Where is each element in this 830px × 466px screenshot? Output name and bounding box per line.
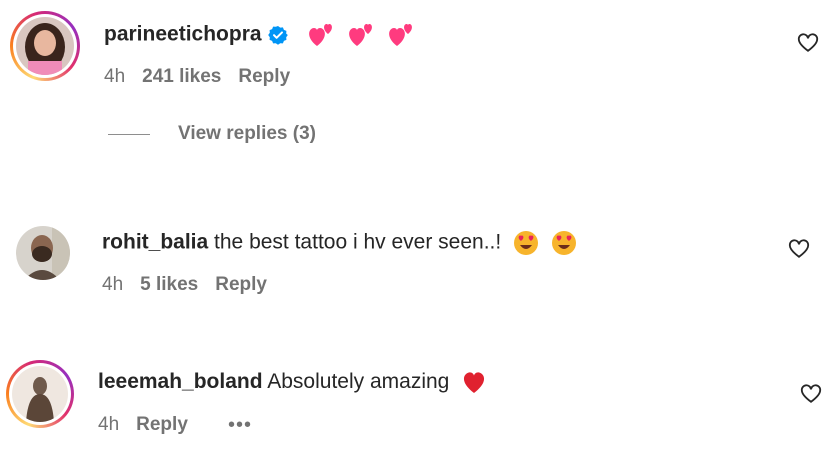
reply-button[interactable]: Reply: [238, 66, 290, 87]
two-hearts-emoji-icon: [389, 24, 413, 46]
comment-rohit-balia: rohit_balia the best tattoo i hv ever se…: [0, 210, 830, 310]
avatar-photo-icon: [12, 366, 68, 422]
reply-button[interactable]: Reply: [215, 274, 267, 295]
likes-count[interactable]: 241 likes: [142, 66, 221, 87]
comment-line: parineetichopra: [104, 22, 415, 48]
red-heart-emoji-icon: [464, 372, 485, 394]
comment-leeemah-boland: leeemah_boland Absolutely amazing 4h Repl…: [0, 350, 830, 466]
avatar[interactable]: [16, 226, 70, 280]
avatar-inner: [13, 14, 77, 78]
timestamp: 4h: [104, 66, 126, 87]
comment-text: the best tattoo i hv ever seen..!: [214, 230, 502, 254]
heart-eyes-emoji-icon: [514, 231, 539, 255]
view-replies-label: View replies (3): [178, 123, 316, 144]
view-replies-button[interactable]: View replies (3): [108, 123, 316, 145]
heart-eyes-emoji-icon: [551, 231, 576, 255]
avatar[interactable]: [6, 360, 74, 428]
avatar-inner: [9, 363, 71, 425]
comment-line: leeemah_boland Absolutely amazing: [98, 370, 487, 394]
comment-line: rohit_balia the best tattoo i hv ever se…: [102, 230, 577, 256]
username[interactable]: rohit_balia: [102, 231, 208, 254]
like-heart-icon[interactable]: [800, 383, 822, 405]
username[interactable]: parineetichopra: [104, 23, 262, 46]
comment-meta: 4h 241 likes Reply: [104, 66, 307, 88]
verified-badge-icon: [267, 26, 288, 45]
comment-parineetichopra: parineetichopra 4h 241 likes Reply: [0, 0, 830, 110]
avatar-photo-icon: [16, 17, 74, 75]
comment-meta: 4h 5 likes Reply: [102, 274, 284, 296]
comment-text: Absolutely amazing: [267, 370, 450, 393]
avatar-image: [16, 17, 74, 75]
timestamp: 4h: [98, 414, 120, 435]
comment-meta: 4h Reply: [98, 414, 205, 436]
two-hearts-emoji-icon: [309, 24, 333, 46]
avatar-image: [12, 366, 68, 422]
like-heart-icon[interactable]: [788, 238, 810, 260]
more-options-button[interactable]: •••: [228, 414, 252, 437]
avatar[interactable]: [10, 11, 80, 81]
replies-divider: [108, 133, 150, 135]
avatar-photo-icon: [16, 226, 70, 280]
timestamp: 4h: [102, 274, 124, 295]
reply-button[interactable]: Reply: [136, 414, 188, 435]
username[interactable]: leeemah_boland: [98, 370, 263, 393]
likes-count[interactable]: 5 likes: [140, 274, 198, 295]
like-heart-icon[interactable]: [797, 32, 819, 54]
two-hearts-emoji-icon: [349, 24, 373, 46]
